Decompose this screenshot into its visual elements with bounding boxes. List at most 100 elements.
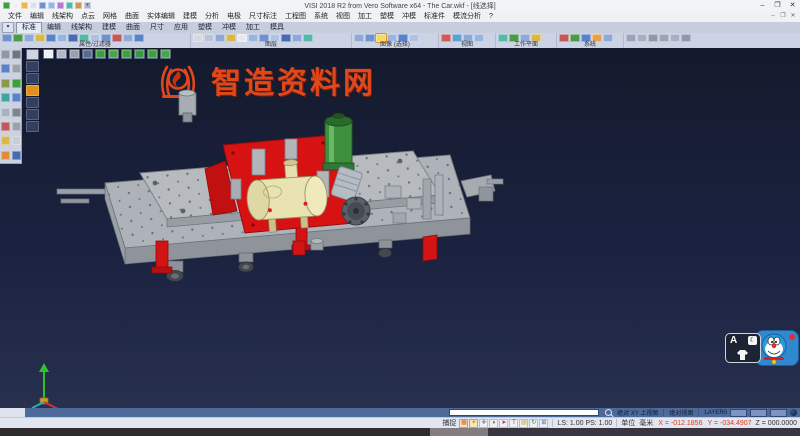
quick-access-icon-9[interactable] (75, 2, 82, 9)
layer-icon-8[interactable] (270, 34, 280, 42)
toolbar-tab-7[interactable]: 应用 (169, 22, 193, 33)
menu-item-5[interactable]: 网格 (99, 11, 121, 22)
menu-item-20[interactable]: ? (485, 11, 497, 22)
menu-item-4[interactable]: 点云 (77, 11, 99, 22)
toolbar-tab-10[interactable]: 加工 (241, 22, 265, 33)
graphics-viewport[interactable]: 智造资料网 (0, 48, 800, 408)
dock-icon-12[interactable] (12, 122, 21, 131)
system-icon-1[interactable] (559, 34, 569, 42)
chevron-down-icon[interactable]: ▾ (2, 22, 14, 33)
layer-icon-7[interactable] (259, 34, 269, 42)
dock-icon-14[interactable] (12, 136, 21, 145)
toolbar-tab-3[interactable]: 线架构 (66, 22, 97, 33)
layer-icon-11[interactable] (303, 34, 313, 42)
close-button[interactable]: ✕ (785, 0, 800, 11)
system-icon-4[interactable] (592, 34, 602, 42)
toolbar-tab-9[interactable]: 冲模 (217, 22, 241, 33)
menu-item-11[interactable]: 尺寸标注 (245, 11, 281, 22)
filter-icon-6[interactable] (57, 34, 67, 42)
misc-icon-2[interactable] (637, 34, 647, 42)
filter-icon-8[interactable] (79, 34, 89, 42)
dock-icon-4[interactable] (12, 64, 21, 73)
dock-icon-1[interactable] (1, 50, 10, 59)
misc-icon-5[interactable] (670, 34, 680, 42)
dock-icon-9[interactable] (1, 108, 10, 117)
workplane-mode-label[interactable]: 绝对 XY 上视图 (617, 408, 658, 417)
image-select-icon-5[interactable] (398, 34, 408, 42)
maximize-button[interactable]: ❐ (770, 0, 785, 11)
toolbar-tab-6[interactable]: 尺寸 (145, 22, 169, 33)
ime-status-box[interactable]: A ☾ (725, 333, 761, 363)
image-select-icon-1[interactable] (354, 34, 364, 42)
menu-item-18[interactable]: 标准件 (420, 11, 449, 22)
filter-icon-7[interactable] (68, 34, 78, 42)
units-value[interactable]: 毫米 (639, 418, 653, 428)
filter-icon-5[interactable] (46, 34, 56, 42)
view-icon-3[interactable] (463, 34, 473, 42)
menu-item-3[interactable]: 线架构 (48, 11, 77, 22)
quick-access-icon-7[interactable] (57, 2, 64, 9)
quick-access-icon-4[interactable] (30, 2, 37, 9)
prompt-button-3[interactable] (770, 409, 787, 417)
shading-icon-1[interactable] (43, 49, 54, 59)
strip-icon-7[interactable] (26, 121, 39, 132)
menu-item-15[interactable]: 加工 (354, 11, 376, 22)
dock-icon-2[interactable] (12, 50, 21, 59)
toolbar-tab-1[interactable]: 标准 (16, 22, 42, 33)
view-icon-1[interactable] (441, 34, 451, 42)
render-mode-icon[interactable] (790, 409, 797, 416)
snap-toggle-5[interactable]: ➤ (499, 419, 508, 428)
menu-item-7[interactable]: 实体编辑 (143, 11, 179, 22)
strip-icon-1[interactable] (26, 49, 39, 60)
view-mode-label[interactable]: 绝对视图 (669, 408, 693, 417)
prompt-button-1[interactable] (730, 409, 747, 417)
snap-toggle-7[interactable]: ▤ (519, 419, 528, 428)
quick-access-icon-8[interactable] (66, 2, 73, 9)
filter-icon-4[interactable] (35, 34, 45, 42)
strip-icon-6[interactable] (26, 109, 39, 120)
strip-icon-4[interactable] (26, 85, 39, 96)
image-select-icon-6[interactable] (409, 34, 419, 42)
mdi-minimize-button[interactable]: – (768, 11, 778, 22)
snap-toggle-1[interactable]: ▦ (459, 419, 468, 428)
shading-icon-8[interactable] (134, 49, 145, 59)
system-icon-5[interactable] (603, 34, 613, 42)
snap-toggle-3[interactable]: ✚ (479, 419, 488, 428)
menu-item-6[interactable]: 曲面 (121, 11, 143, 22)
quick-access-icon-3[interactable] (21, 2, 28, 9)
moon-icon[interactable]: ☾ (748, 336, 757, 345)
view-icon-2[interactable] (452, 34, 462, 42)
mdi-maximize-button[interactable]: ❐ (778, 11, 788, 22)
layer-icon-6[interactable] (248, 34, 258, 42)
layer-icon-3[interactable] (215, 34, 225, 42)
misc-icon-6[interactable] (681, 34, 691, 42)
snap-toggle-2[interactable]: ✦ (469, 419, 478, 428)
layer-icon-2[interactable] (204, 34, 214, 42)
menu-item-10[interactable]: 电极 (223, 11, 245, 22)
3d-model-car-fixture[interactable] (55, 83, 505, 323)
snap-toggle-4[interactable]: ♦ (489, 419, 498, 428)
image-select-icon-4[interactable] (387, 34, 397, 42)
filter-icon-1[interactable] (2, 34, 12, 42)
quick-access-icon-6[interactable] (48, 2, 55, 9)
dock-icon-3[interactable] (1, 64, 10, 73)
mdi-close-button[interactable]: ✕ (788, 11, 798, 22)
layer-icon-1[interactable] (193, 34, 203, 42)
menu-item-1[interactable]: 文件 (4, 11, 26, 22)
filter-icon-10[interactable] (101, 34, 111, 42)
menu-item-2[interactable]: 编辑 (26, 11, 48, 22)
toolbar-tab-5[interactable]: 曲面 (121, 22, 145, 33)
dock-icon-16[interactable] (12, 151, 21, 160)
dock-icon-5[interactable] (1, 79, 10, 88)
layer-icon-5[interactable] (237, 34, 247, 42)
image-select-icon-3[interactable] (376, 34, 386, 42)
layer-icon-9[interactable] (281, 34, 291, 42)
filter-icon-12[interactable] (123, 34, 133, 42)
shading-icon-3[interactable] (69, 49, 80, 59)
search-icon[interactable] (605, 409, 612, 416)
dock-icon-6[interactable] (12, 79, 21, 88)
workplane-icon-2[interactable] (509, 34, 519, 42)
filter-icon-9[interactable] (90, 34, 100, 42)
dock-icon-15[interactable] (1, 151, 10, 160)
menu-item-19[interactable]: 模流分析 (449, 11, 485, 22)
